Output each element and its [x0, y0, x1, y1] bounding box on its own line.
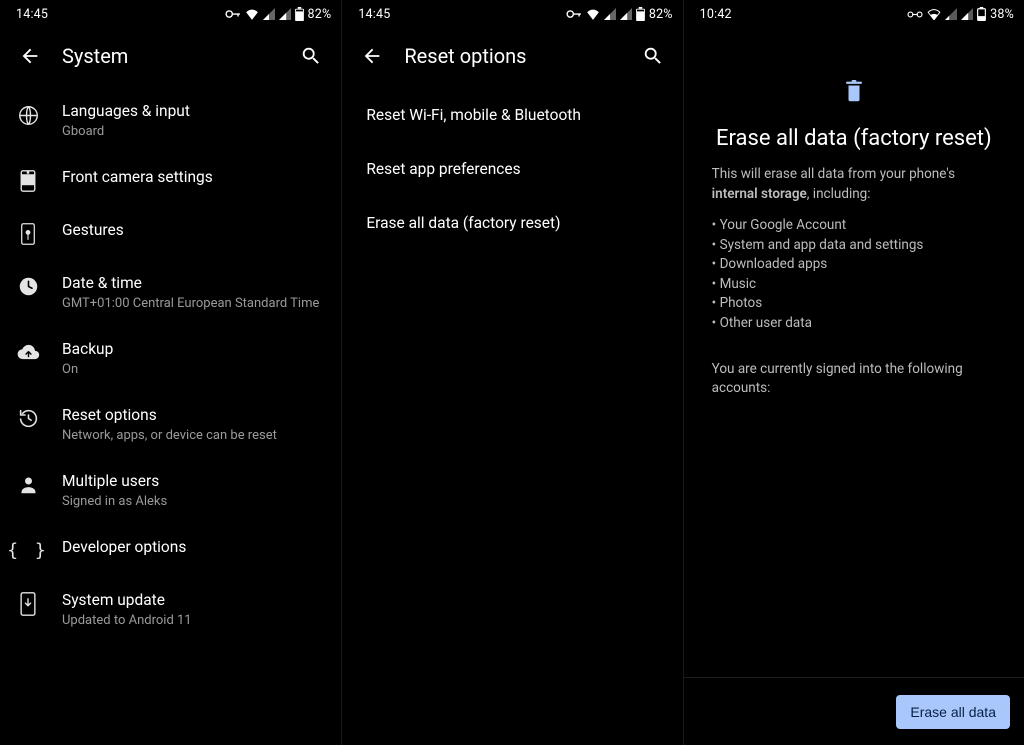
search-icon [300, 45, 322, 67]
reset-options-list: Reset Wi-Fi, mobile & BluetoothReset app… [342, 88, 682, 250]
signal-2-icon [279, 8, 291, 20]
wifi-icon [586, 8, 600, 20]
arrow-back-icon [361, 45, 383, 67]
item-title: Multiple users [62, 472, 325, 491]
battery-icon [295, 7, 304, 21]
wifi-icon [927, 8, 941, 20]
language-icon [16, 103, 40, 127]
trash-icon [844, 80, 864, 102]
gesture-icon [16, 222, 40, 246]
page-title: Reset options [404, 44, 638, 68]
header: Reset options [342, 24, 682, 88]
camera-front-icon [16, 169, 40, 193]
item-subtitle: Gboard [62, 124, 325, 140]
vpn-key-icon [907, 10, 923, 19]
status-time: 10:42 [700, 7, 732, 22]
screen-reset-options: 14:45 82% Reset options Reset Wi-Fi, mob [341, 0, 682, 745]
search-button[interactable] [639, 42, 667, 70]
back-button[interactable] [16, 42, 44, 70]
item-title: Backup [62, 340, 325, 359]
erase-bullet: System and app data and settings [712, 236, 996, 256]
reset-option-reset-wi-fi-mobile-bluetooth[interactable]: Reset Wi-Fi, mobile & Bluetooth [342, 88, 682, 142]
item-title: Reset options [62, 406, 325, 425]
item-title: Gestures [62, 221, 325, 240]
reset-option-erase-all-data-factory-reset[interactable]: Erase all data (factory reset) [342, 196, 682, 250]
erase-bullets: Your Google AccountSystem and app data a… [712, 216, 996, 333]
settings-item-languages-input[interactable]: Languages & input Gboard [0, 88, 341, 154]
page-title: System [62, 44, 297, 68]
settings-item-backup[interactable]: Backup On [0, 326, 341, 392]
item-title: Front camera settings [62, 168, 325, 187]
item-subtitle: GMT+01:00 Central European Standard Time [62, 296, 325, 312]
settings-item-front-camera-settings[interactable]: Front camera settings [0, 154, 341, 207]
screen-erase-all-data: 10:42 38% Erase all data (factory reset) [683, 0, 1024, 745]
status-time: 14:45 [358, 7, 390, 22]
erase-bullet: Music [712, 275, 996, 295]
signal-2-icon [961, 8, 973, 20]
item-subtitle: Network, apps, or device can be reset [62, 428, 325, 444]
battery-pct: 38% [990, 7, 1014, 22]
settings-item-date-time[interactable]: Date & time GMT+01:00 Central European St… [0, 260, 341, 326]
status-right: 38% [907, 7, 1014, 22]
settings-item-developer-options[interactable]: { } Developer options [0, 524, 341, 577]
system-update-icon [16, 592, 40, 616]
header: System [0, 24, 341, 88]
item-subtitle: Signed in as Aleks [62, 494, 325, 510]
item-title: Date & time [62, 274, 325, 293]
erase-bullet: Downloaded apps [712, 255, 996, 275]
vpn-key-icon [225, 9, 241, 19]
item-title: Languages & input [62, 102, 325, 121]
bottom-bar: Erase all data [684, 677, 1024, 745]
signal-2-icon [620, 8, 632, 20]
clock-icon [16, 275, 40, 299]
settings-item-system-update[interactable]: System update Updated to Android 11 [0, 577, 341, 643]
signal-1-icon [263, 8, 275, 20]
signal-1-icon [945, 8, 957, 20]
erase-all-data-button[interactable]: Erase all data [896, 695, 1010, 729]
battery-icon [636, 7, 645, 21]
settings-list: Languages & input Gboard Front camera sett… [0, 88, 341, 643]
item-subtitle: On [62, 362, 325, 378]
erase-bullet: Photos [712, 294, 996, 314]
restore-icon [16, 407, 40, 431]
screen-system: 14:45 82% [0, 0, 341, 745]
status-bar: 14:45 82% [0, 0, 341, 24]
settings-item-multiple-users[interactable]: Multiple users Signed in as Aleks [0, 458, 341, 524]
settings-item-gestures[interactable]: Gestures [0, 207, 341, 260]
cloud-upload-icon [16, 341, 40, 365]
battery-pct: 82% [649, 7, 673, 22]
person-icon [16, 473, 40, 497]
status-bar: 10:42 38% [684, 0, 1024, 24]
arrow-back-icon [19, 45, 41, 67]
reset-option-reset-app-preferences[interactable]: Reset app preferences [342, 142, 682, 196]
battery-pct: 82% [308, 7, 332, 22]
erase-title: Erase all data (factory reset) [684, 126, 1024, 151]
braces-icon: { } [16, 539, 40, 563]
signed-in-note: You are currently signed into the follow… [712, 360, 996, 399]
signal-1-icon [604, 8, 616, 20]
item-subtitle: Updated to Android 11 [62, 613, 325, 629]
vpn-key-icon [566, 9, 582, 19]
status-right: 82% [225, 7, 332, 22]
search-icon [642, 45, 664, 67]
erase-bullet: Your Google Account [712, 216, 996, 236]
settings-item-reset-options[interactable]: Reset options Network, apps, or device ca… [0, 392, 341, 458]
trash-illustration [684, 24, 1024, 106]
status-right: 82% [566, 7, 673, 22]
erase-bullet: Other user data [712, 314, 996, 334]
wifi-icon [245, 8, 259, 20]
item-title: System update [62, 591, 325, 610]
item-title: Developer options [62, 538, 325, 557]
status-time: 14:45 [16, 7, 48, 22]
erase-body: This will erase all data from your phone… [684, 151, 1024, 399]
back-button[interactable] [358, 42, 386, 70]
status-bar: 14:45 82% [342, 0, 682, 24]
search-button[interactable] [297, 42, 325, 70]
battery-icon [977, 7, 986, 21]
erase-intro: This will erase all data from your phone… [712, 165, 996, 204]
